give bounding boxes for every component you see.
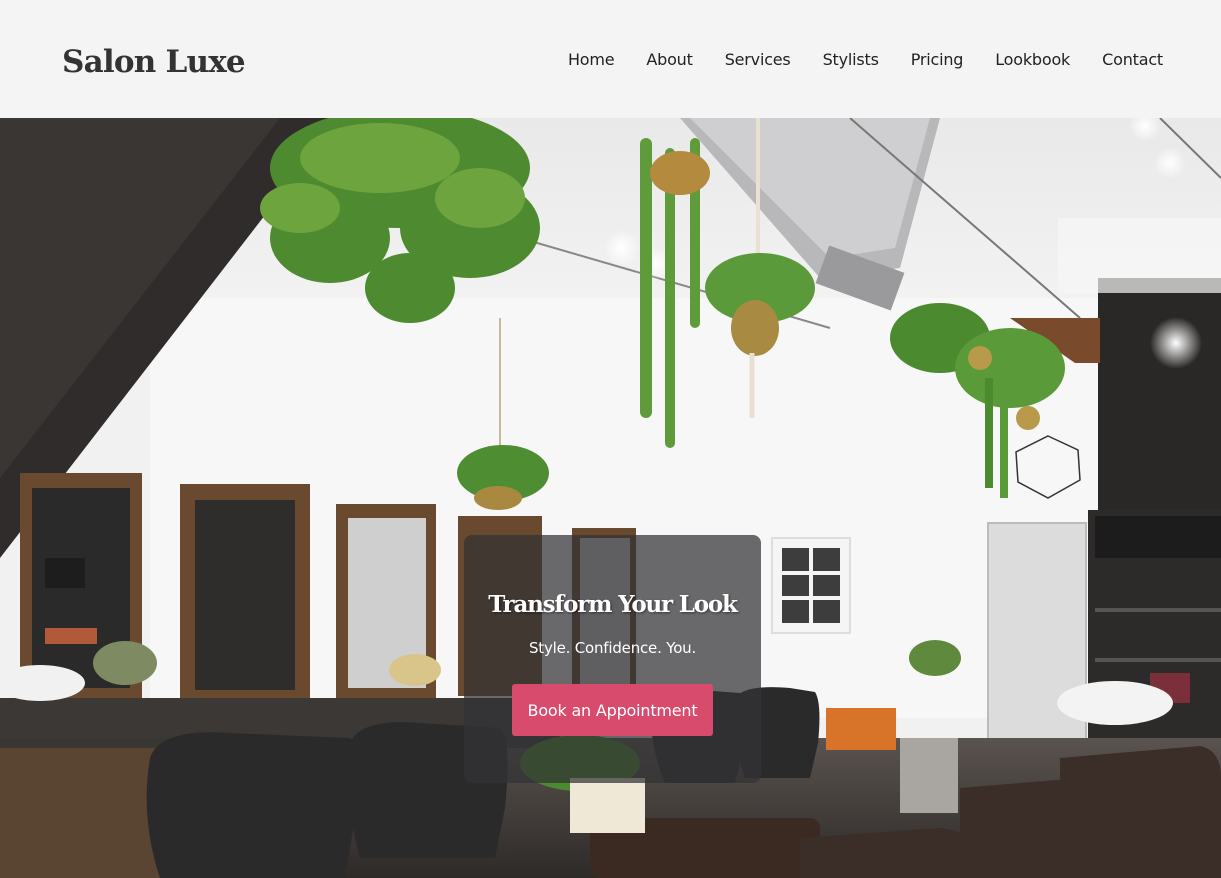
hero-subtitle: Style. Confidence. You. [528,639,697,657]
book-appointment-button[interactable]: Book an Appointment [512,684,713,736]
nav-item-home[interactable]: Home [568,50,615,69]
main-nav: Home About Services Stylists Pricing Loo… [568,50,1163,69]
nav-item-lookbook[interactable]: Lookbook [995,50,1070,69]
site-header: Salon Luxe Home About Services Stylists … [0,0,1221,118]
nav-item-contact[interactable]: Contact [1102,50,1163,69]
hero-overlay-card: Transform Your Look Style. Confidence. Y… [464,535,761,783]
site-logo[interactable]: Salon Luxe [62,44,246,80]
hero-section: Transform Your Look Style. Confidence. Y… [0,118,1221,878]
nav-item-about[interactable]: About [646,50,693,69]
nav-item-stylists[interactable]: Stylists [823,50,879,69]
hero-title: Transform Your Look [488,591,738,618]
nav-item-pricing[interactable]: Pricing [911,50,964,69]
nav-item-services[interactable]: Services [725,50,791,69]
